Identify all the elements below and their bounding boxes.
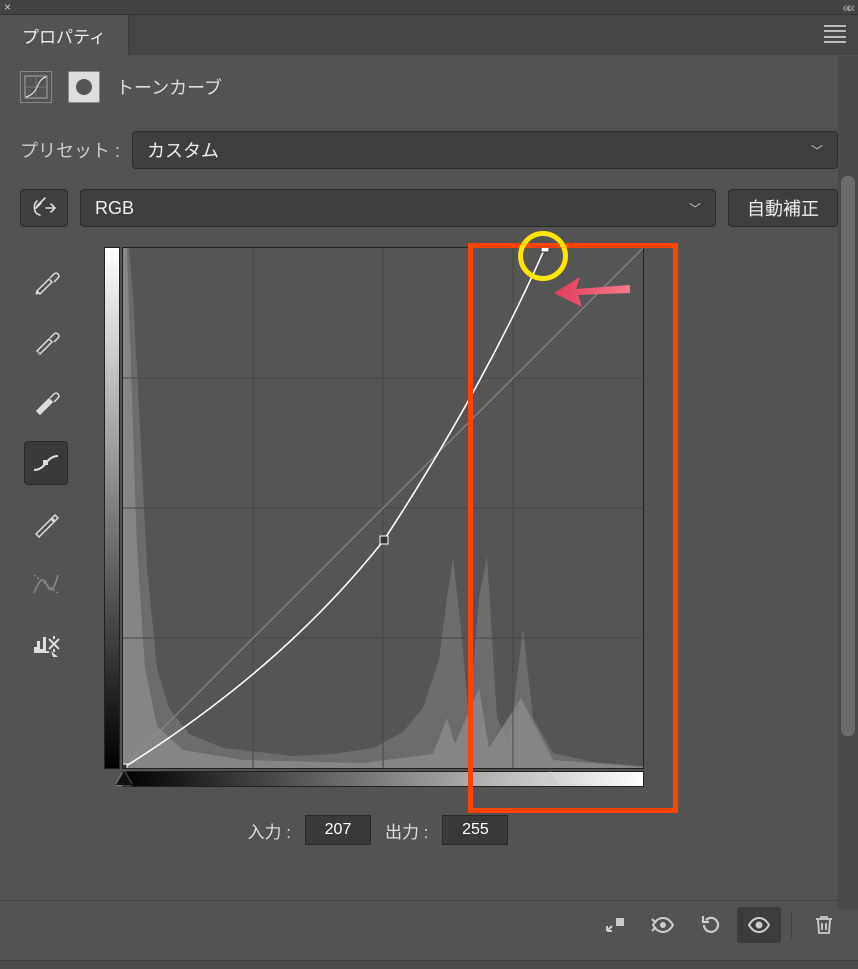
channel-row: RGB ﹀ 自動補正 xyxy=(20,189,838,227)
properties-panel: × «« プロパティ トーンカーブ プリセット : カスタム ﹀ xyxy=(0,0,858,969)
tab-label: プロパティ xyxy=(22,23,106,48)
preset-select[interactable]: カスタム ﹀ xyxy=(132,131,838,169)
output-value-field[interactable] xyxy=(442,815,508,845)
curves-adjustment-icon xyxy=(20,71,52,103)
input-label: 入力 : xyxy=(248,818,291,843)
toggle-visibility-icon[interactable] xyxy=(737,907,781,943)
curves-tool-column xyxy=(20,247,72,845)
input-value-field[interactable] xyxy=(305,815,371,845)
input-gradient-strip xyxy=(122,771,644,787)
on-image-adjust-button[interactable] xyxy=(20,189,68,227)
black-point-slider[interactable] xyxy=(116,771,132,785)
panel-topbar: × «« xyxy=(0,0,858,15)
preset-label: プリセット : xyxy=(20,137,120,163)
reset-icon[interactable] xyxy=(689,907,733,943)
channel-value: RGB xyxy=(95,198,134,219)
delete-icon[interactable] xyxy=(802,907,846,943)
tab-properties[interactable]: プロパティ xyxy=(0,15,129,55)
pencil-freehand-tool[interactable] xyxy=(25,503,67,545)
clip-to-layer-icon[interactable] xyxy=(593,907,637,943)
input-output-row: 入力 : 出力 : xyxy=(104,815,652,845)
close-icon[interactable]: × xyxy=(4,0,11,14)
panel-scrollbar[interactable] xyxy=(838,56,858,909)
adjustment-header: トーンカーブ xyxy=(20,71,838,103)
view-previous-state-icon[interactable] xyxy=(641,907,685,943)
auto-button[interactable]: 自動補正 xyxy=(728,189,838,227)
panel-tab-row: プロパティ xyxy=(0,15,858,55)
scrollbar-thumb[interactable] xyxy=(841,176,855,736)
eyedropper-black-point[interactable] xyxy=(25,261,67,303)
preset-row: プリセット : カスタム ﹀ xyxy=(20,131,838,169)
clip-histogram-tool[interactable] xyxy=(25,623,67,665)
output-label: 出力 : xyxy=(385,818,428,843)
curve-point-tool[interactable] xyxy=(24,441,68,485)
layer-mask-icon[interactable] xyxy=(68,71,100,103)
collapse-panel-icon[interactable]: «« xyxy=(842,0,852,15)
eyedropper-white-point[interactable] xyxy=(25,381,67,423)
separator xyxy=(791,910,792,940)
eyedropper-gray-point[interactable] xyxy=(25,321,67,363)
white-point-slider[interactable] xyxy=(542,771,558,785)
chevron-down-icon: ﹀ xyxy=(689,200,701,217)
panel-bottom-bar xyxy=(0,900,858,949)
adjustment-title: トーンカーブ xyxy=(116,74,222,100)
preset-value: カスタム xyxy=(147,137,219,163)
panel-menu-icon[interactable] xyxy=(824,25,846,43)
chevron-down-icon: ﹀ xyxy=(811,142,823,159)
channel-select[interactable]: RGB ﹀ xyxy=(80,189,716,227)
panel-resize-bar[interactable] xyxy=(0,960,858,969)
curves-graph[interactable] xyxy=(104,247,652,795)
smooth-curve-tool[interactable] xyxy=(25,563,67,605)
auto-label: 自動補正 xyxy=(747,195,819,221)
output-gradient-strip xyxy=(104,247,120,769)
curves-plot-area[interactable] xyxy=(122,247,644,769)
